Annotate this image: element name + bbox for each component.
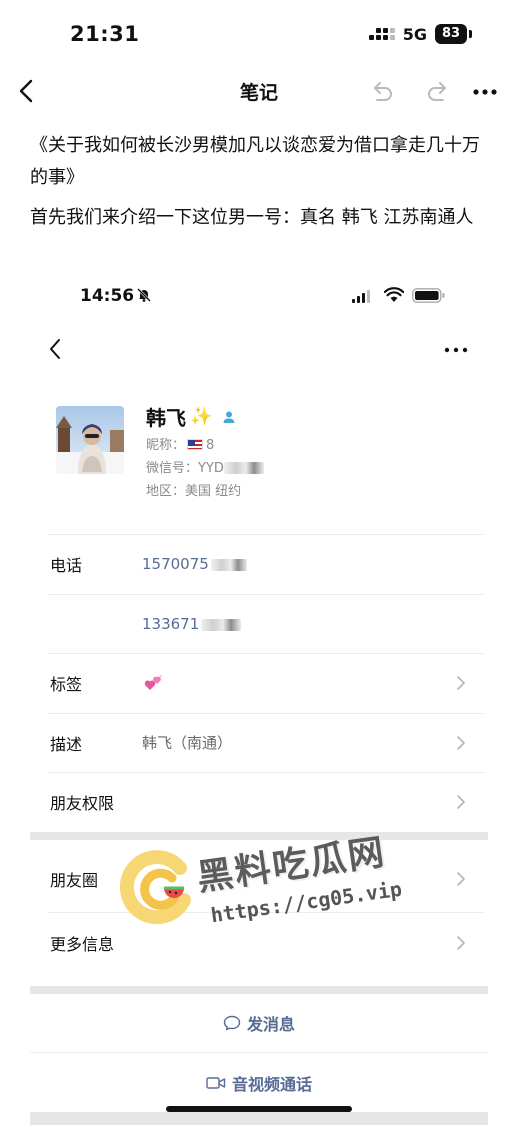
section-separator (30, 832, 488, 840)
phone-number-2[interactable]: 133671 (142, 615, 242, 633)
phone-row-2[interactable]: 133671 (48, 593, 484, 654)
more-info-row[interactable]: 更多信息 (48, 912, 484, 972)
network-type: 5G (402, 24, 427, 44)
chevron-right-icon (457, 872, 465, 886)
bell-muted-icon (137, 288, 151, 302)
undo-icon[interactable] (368, 78, 396, 106)
tags-label: 标签 (50, 675, 83, 695)
status-bar: 21:31 5G 83 (0, 0, 518, 70)
video-call-button[interactable]: 音视频通话 (30, 1054, 488, 1112)
avatar[interactable] (56, 406, 124, 474)
action-divider (30, 1052, 488, 1053)
phone-number-1[interactable]: 1570075 (142, 555, 247, 573)
inner-status-time: 14:56 (80, 286, 135, 306)
description-label: 描述 (50, 734, 83, 754)
friend-permission-label: 朋友权限 (50, 794, 115, 814)
note-nav-bar: 笔记 (0, 72, 518, 112)
nickname-label: 昵称： (146, 438, 186, 453)
note-body[interactable]: 《关于我如何被长沙男模加凡以谈恋爱为借口拿走几十万的事》 首先我们来介绍一下这位… (30, 130, 494, 242)
nickname-line: 昵称： 8 (146, 434, 214, 453)
chevron-right-icon (457, 935, 465, 950)
person-icon (223, 411, 235, 423)
wechat-id-value: YYD (198, 461, 224, 476)
phone-row-1[interactable]: 电话 1570075 (48, 534, 484, 594)
tags-row[interactable]: 标签 (48, 653, 484, 713)
home-indicator[interactable] (166, 1106, 352, 1112)
contact-nav-bar (30, 328, 488, 368)
battery-icon: 83 (435, 24, 472, 44)
contact-name: 韩飞 (146, 406, 186, 430)
status-indicators: 5G 83 (368, 24, 472, 44)
inner-signal-icon (352, 289, 370, 303)
phone-label: 电话 (50, 556, 83, 576)
redaction-blur (223, 462, 264, 474)
moments-row[interactable]: 朋友圈 (48, 846, 484, 912)
contact-back-icon[interactable] (44, 336, 66, 362)
send-message-label: 发消息 (246, 1015, 295, 1034)
wechat-id-line: 微信号：YYD (146, 457, 264, 476)
region-line: 地区：美国 纽约 (146, 480, 241, 499)
description-value: 韩飞（南通） (142, 734, 233, 753)
note-paragraph-intro: 首先我们来介绍一下这位男一号：真名 韩飞 江苏南通人 (30, 207, 474, 228)
inner-status-bar: 14:56 (30, 272, 488, 318)
us-flag-icon (187, 439, 204, 450)
region-label: 地区： (146, 484, 186, 499)
redaction-blur (210, 559, 247, 572)
inner-battery-icon (412, 288, 445, 303)
contact-detail-list: 电话 1570075 133671 标签 描述 韩飞（南通） 朋友权限 (48, 534, 484, 832)
note-paragraph-title: 《关于我如何被长沙男模加凡以谈恋爱为借口拿走几十万的事》 (30, 135, 480, 188)
chat-bubble-icon (223, 1015, 241, 1031)
moments-label: 朋友圈 (50, 871, 99, 890)
embedded-screenshot[interactable]: 14:56 韩飞 ✨ 昵称： 8 微信号：YYD 地区：美国 纽约 电话 157… (30, 272, 488, 1125)
send-message-button[interactable]: 发消息 (30, 994, 488, 1052)
wechat-id-label: 微信号： (146, 461, 199, 476)
chevron-right-icon (457, 676, 465, 691)
video-call-label: 音视频通话 (231, 1075, 312, 1094)
redo-icon[interactable] (424, 78, 452, 106)
sparkle-icon: ✨ (190, 405, 213, 427)
status-time: 21:31 (70, 22, 140, 46)
contact-name-row: 韩飞 ✨ (146, 402, 236, 431)
contact-extra-list: 朋友圈 更多信息 (48, 846, 484, 972)
region-value: 美国 纽约 (185, 484, 242, 499)
section-separator (30, 986, 488, 994)
two-hearts-icon (144, 675, 162, 691)
section-separator (30, 1112, 488, 1125)
nickname-value: 8 (206, 438, 215, 453)
video-camera-icon (206, 1077, 226, 1089)
chevron-right-icon (457, 735, 465, 750)
description-row[interactable]: 描述 韩飞（南通） (48, 712, 484, 773)
redaction-blur (201, 618, 242, 631)
friend-permission-row[interactable]: 朋友权限 (48, 772, 484, 832)
wifi-icon (384, 287, 404, 302)
cellular-signal-icon (368, 28, 395, 40)
chevron-right-icon (457, 795, 465, 810)
contact-profile: 韩飞 ✨ 昵称： 8 微信号：YYD 地区：美国 纽约 (56, 402, 476, 512)
contact-more-icon[interactable] (442, 340, 470, 360)
more-icon[interactable] (470, 78, 500, 106)
battery-level: 83 (435, 24, 467, 44)
more-info-label: 更多信息 (50, 934, 115, 954)
